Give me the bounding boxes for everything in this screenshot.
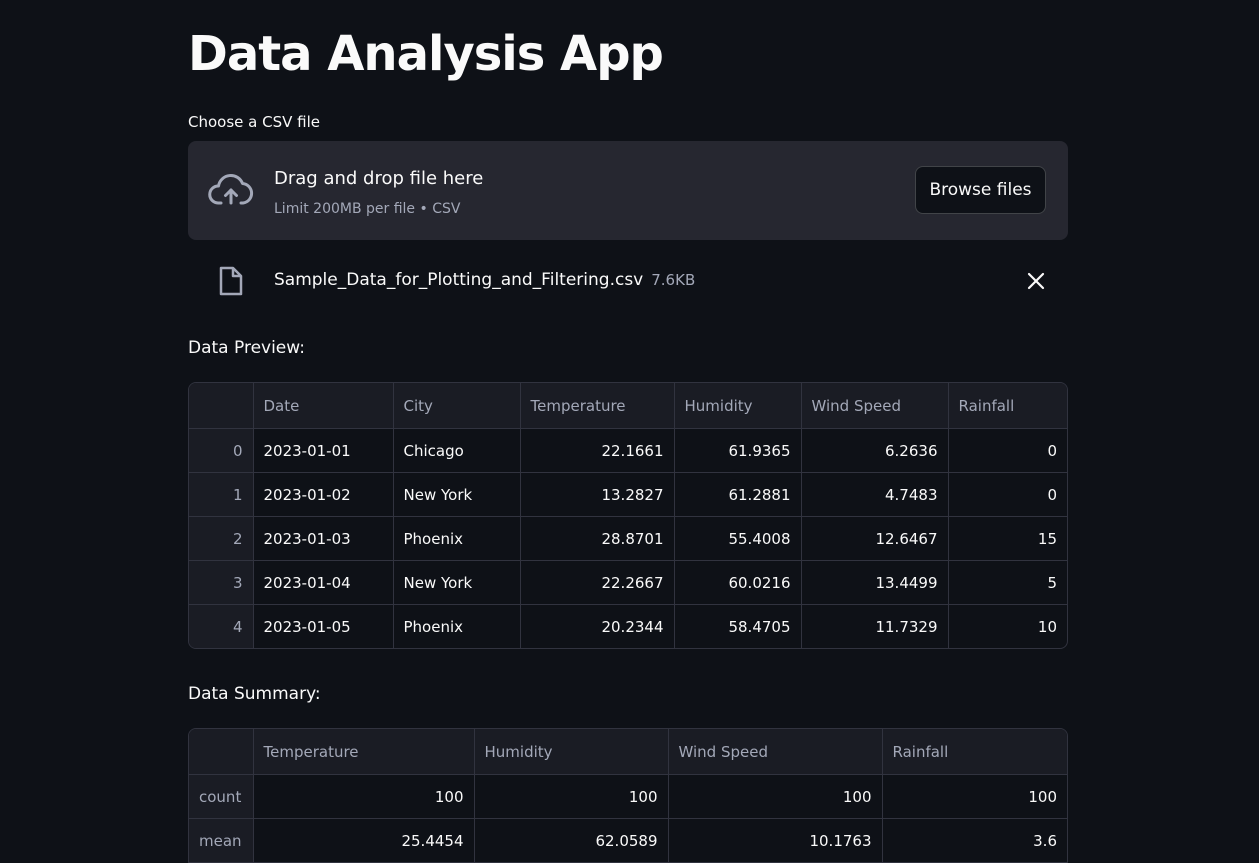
row-index: 2 [189, 516, 254, 561]
data-summary-table[interactable]: Temperature Humidity Wind Speed Rainfall… [188, 728, 1068, 863]
table-cell: 25.4454 [253, 818, 475, 862]
table-cell: 11.7329 [801, 604, 949, 648]
column-header[interactable]: City [393, 383, 521, 429]
table-cell: 13.4499 [801, 560, 949, 605]
table-cell: 62.0589 [474, 818, 669, 862]
table-row: count 100 100 100 100 [189, 774, 1067, 819]
data-preview-label: Data Preview: [188, 338, 305, 358]
table-cell: 3.6 [1033, 831, 1057, 850]
file-uploader-label: Choose a CSV file [188, 113, 320, 131]
dropzone-instructions: Drag and drop file here [274, 168, 484, 189]
row-index: 1 [189, 472, 254, 517]
row-index: 3 [189, 560, 254, 605]
table-cell: 10.1763 [668, 818, 883, 862]
row-index: 0 [189, 428, 254, 473]
table-cell: 22.2667 [520, 560, 675, 605]
column-header[interactable]: Wind Speed [801, 383, 949, 429]
table-cell: 2023-01-05 [253, 604, 394, 648]
column-header[interactable]: Humidity [674, 383, 802, 429]
table-cell: 5 [948, 560, 1067, 605]
table-cell: Chicago [393, 428, 521, 473]
table-cell: 15 [948, 516, 1067, 561]
table-cell: 2023-01-03 [253, 516, 394, 561]
close-icon[interactable] [1026, 271, 1046, 291]
uploaded-file-item: Sample_Data_for_Plotting_and_Filtering.c… [188, 262, 1068, 298]
table-cell: Phoenix [393, 604, 521, 648]
table-cell: 2023-01-04 [253, 560, 394, 605]
table-row: mean 25.4454 62.0589 10.1763 3.6 [189, 818, 1067, 862]
table-cell: 61.2881 [674, 472, 802, 517]
table-cell: 22.1661 [520, 428, 675, 473]
page-title: Data Analysis App [188, 26, 664, 82]
table-cell: 10 [1037, 617, 1057, 636]
uploaded-file-size: 7.6KB [651, 271, 696, 289]
uploaded-file-name: Sample_Data_for_Plotting_and_Filtering.c… [274, 270, 644, 290]
table-cell: 58.4705 [674, 604, 802, 648]
table-cell: 13.2827 [520, 472, 675, 517]
data-summary-label: Data Summary: [188, 684, 321, 704]
row-index: 4 [189, 604, 254, 648]
column-header[interactable]: Temperature [253, 729, 475, 775]
column-header [189, 383, 254, 429]
cloud-upload-icon [208, 173, 254, 207]
table-header-row: Date City Temperature Humidity Wind Spee… [189, 383, 1067, 429]
table-cell: 100 [668, 774, 883, 819]
table-cell: New York [393, 472, 521, 517]
column-header[interactable]: Date [253, 383, 394, 429]
file-dropzone[interactable]: Drag and drop file here Limit 200MB per … [188, 141, 1068, 240]
column-header [189, 729, 254, 775]
table-header-row: Temperature Humidity Wind Speed Rainfall [189, 729, 1067, 775]
table-cell: Phoenix [393, 516, 521, 561]
table-cell: 61.9365 [674, 428, 802, 473]
table-cell: 4.7483 [801, 472, 949, 517]
column-header[interactable]: Humidity [474, 729, 669, 775]
table-cell: 100 [253, 774, 475, 819]
uploaded-file-label: Sample_Data_for_Plotting_and_Filtering.c… [274, 268, 695, 292]
table-row: 2 2023-01-03 Phoenix 28.8701 55.4008 12.… [189, 516, 1067, 561]
column-header[interactable]: Temperature [520, 383, 675, 429]
table-row: 1 2023-01-02 New York 13.2827 61.2881 4.… [189, 472, 1067, 517]
table-row: 3 2023-01-04 New York 22.2667 60.0216 13… [189, 560, 1067, 605]
table-cell: 12.6467 [801, 516, 949, 561]
table-cell: 20.2344 [520, 604, 675, 648]
table-cell: 0 [948, 428, 1067, 473]
table-cell: 0 [948, 472, 1067, 517]
column-header[interactable]: Rainfall [948, 383, 1067, 429]
table-row: 0 2023-01-01 Chicago 22.1661 61.9365 6.2… [189, 428, 1067, 473]
table-cell: 28.8701 [520, 516, 675, 561]
table-row: 4 2023-01-05 Phoenix 20.2344 58.4705 11.… [189, 604, 1067, 648]
table-cell: 60.0216 [674, 560, 802, 605]
row-index: mean [189, 818, 254, 862]
table-cell: 6.2636 [801, 428, 949, 473]
file-icon [218, 265, 244, 297]
dropzone-limit: Limit 200MB per file • CSV [274, 201, 461, 217]
table-cell: 2023-01-01 [253, 428, 394, 473]
table-cell: 55.4008 [674, 516, 802, 561]
table-cell: 100 [882, 774, 1067, 819]
row-index: count [189, 774, 254, 819]
table-cell: 100 [474, 774, 669, 819]
column-header[interactable]: Rainfall [882, 729, 1067, 775]
table-cell: 2023-01-02 [253, 472, 394, 517]
browse-files-button[interactable]: Browse files [915, 166, 1046, 214]
table-cell: New York [393, 560, 521, 605]
data-preview-table[interactable]: Date City Temperature Humidity Wind Spee… [188, 382, 1068, 649]
column-header[interactable]: Wind Speed [668, 729, 883, 775]
